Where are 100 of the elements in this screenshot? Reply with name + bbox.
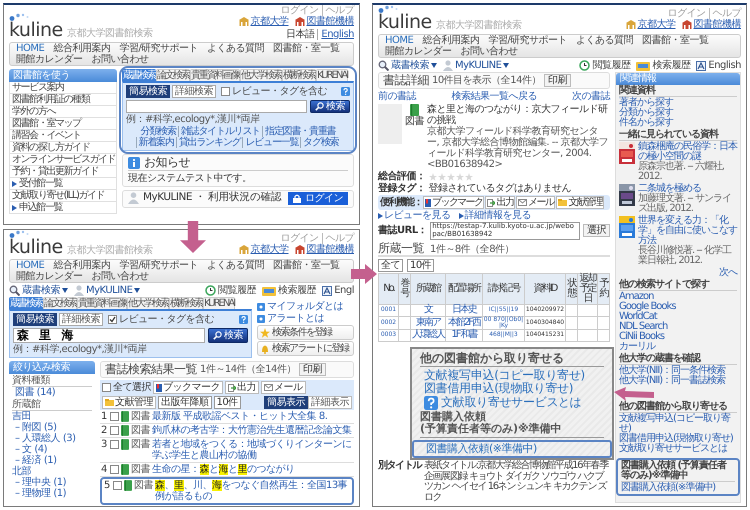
prev-link[interactable]: 前の書誌 [378, 91, 416, 102]
help-link[interactable]: アラートとは [257, 313, 354, 324]
search-link[interactable]: 貸出ランキング [176, 137, 242, 148]
toolbar-link[interactable]: Engl [322, 285, 354, 296]
checkbox[interactable] [110, 440, 119, 450]
result-row[interactable]: 5 図書 森、里、川、海をつなぐ自然再生：全国13事例が語るもの [100, 477, 354, 506]
page-size-select[interactable]: 10件 [214, 396, 241, 410]
nav-item[interactable]: お問い合わせ [460, 46, 518, 57]
nav-item[interactable]: よくある質問 [576, 35, 634, 46]
next-link[interactable]: 次の書誌 [572, 91, 610, 102]
checkbox[interactable] [102, 383, 111, 392]
related-link[interactable]: WorldCat [619, 312, 737, 322]
toolbar-link[interactable]: 閲覧履歴 [579, 60, 630, 71]
sidebar-item[interactable]: 予約・貸出更新ガイド [9, 166, 117, 178]
filter-select[interactable]: 10件 [407, 258, 434, 272]
nav-item[interactable]: 開館カレンダー [385, 46, 452, 57]
header-link[interactable]: 京都大学 [626, 19, 676, 30]
result-title[interactable]: 若者と地域をつくる：地域づくりインターンに学ぶ学生と農山村の協働 [152, 439, 353, 462]
checkbox[interactable] [110, 465, 119, 474]
result-row[interactable]: 3 図書 若者と地域をつくる：地域づくりインターンに学ぶ学生と農山村の協働 [100, 438, 354, 464]
related-link[interactable]: 図書購入依頼(※準備中) [621, 483, 735, 493]
toolbar-menu[interactable]: 蔵書検索 [9, 285, 68, 296]
action-button[interactable]: 出力 [225, 381, 259, 394]
register-button[interactable]: 検索条件を登録 [257, 325, 354, 340]
sidebar-item[interactable]: 文献取り寄せ(ILL)ガイド [9, 190, 117, 202]
filter-item[interactable]: – 理物理 (1) [9, 488, 95, 499]
select-button[interactable]: 選択 [583, 224, 610, 238]
search-tab[interactable]: KURENAI [316, 69, 348, 81]
search-field[interactable] [126, 100, 307, 113]
header-link[interactable]: 京都大学 [238, 244, 288, 255]
toolbar-link[interactable]: 検索履歴 [636, 60, 690, 71]
nav-item[interactable]: 学習/研究サポート [119, 43, 198, 54]
callout-link[interactable]: 文献取り寄せサービスとは [420, 396, 604, 410]
callout-link[interactable]: 図書借用申込(現物取り寄せ) [420, 382, 604, 396]
sort-select[interactable]: 出版年降順 [158, 396, 212, 410]
sidebar-item[interactable]: 資料の探し方ガイド [9, 142, 117, 154]
related-link[interactable]: 他大学(NII)：同一書誌検索 [619, 376, 737, 386]
sidebar-item[interactable]: 図書館利用証の種類 [9, 94, 117, 106]
search-link[interactable]: 新着案内 [136, 137, 176, 148]
star-rating[interactable] [428, 172, 472, 181]
logo-text[interactable]: kuline [9, 21, 63, 40]
search-tab[interactable]: 横断検索 [282, 69, 316, 81]
nav-item[interactable]: 開館カレンダー [16, 54, 82, 65]
nav-item[interactable]: HOME [385, 35, 414, 46]
help-icon[interactable] [239, 315, 248, 324]
result-title[interactable]: 最新版 平成歌謡ベスト・ヒット大全集 8. [152, 411, 353, 422]
language-link[interactable]: English [317, 29, 354, 40]
filter-item[interactable]: 吉田 [9, 411, 95, 422]
filter-item[interactable]: 北部 [9, 466, 95, 477]
help-icon[interactable] [341, 87, 350, 96]
toolbar-menu[interactable]: 蔵書検索 [378, 60, 437, 71]
checkbox[interactable] [113, 481, 122, 490]
nav-item[interactable]: 図書館・室一覧 [642, 35, 709, 46]
nav-item[interactable]: お問い合わせ [92, 271, 148, 282]
header-link[interactable]: 図書館機構 [682, 19, 741, 30]
result-title[interactable]: 鉤爪林の考古学：大竹憲治先生還暦記念論文集 [152, 425, 353, 436]
filter-item[interactable]: 図書 (14) [9, 387, 95, 398]
nav-item[interactable]: 総合利用案内 [53, 43, 110, 54]
search-tab[interactable]: 貴重資料画像 [190, 69, 240, 81]
action-button[interactable]: ブックマーク [423, 196, 484, 210]
detail-link[interactable]: 詳細情報を見る [458, 210, 531, 222]
search-mode-tab[interactable]: 詳細検索 [59, 313, 103, 326]
nav-item[interactable]: 総合利用案内 [53, 260, 110, 271]
sidebar-item[interactable]: オンラインサービスガイド [9, 154, 117, 166]
view-toggle[interactable]: 簡易表示 [264, 396, 308, 410]
nav-item[interactable]: HOME [16, 260, 44, 271]
related-link[interactable]: 件名から探す [619, 118, 737, 128]
filter-item[interactable]: – 経済 (1) [9, 455, 95, 466]
action-button[interactable]: メール [261, 381, 306, 394]
language-link[interactable]: 日本語 [286, 29, 314, 40]
filter-item[interactable]: – 附図 (5) [9, 422, 95, 433]
toolbar-menu[interactable]: MyKULINE [443, 60, 510, 71]
related-link[interactable]: 著者から探す [619, 98, 737, 108]
related-link[interactable]: 図書借用申込(現物取り寄せ) [619, 434, 737, 444]
checkbox[interactable] [110, 426, 119, 436]
search-mode-tab[interactable]: 簡易検索 [126, 85, 170, 98]
related-link[interactable]: 文献複写申込(コピー取り寄せ) [619, 414, 737, 434]
related-link[interactable]: 文献取り寄せサービスとは [619, 444, 737, 454]
print-button[interactable]: 印刷 [544, 74, 571, 88]
related-link[interactable]: 分類から探す [619, 108, 737, 118]
search-field[interactable]: 森 里 海 [13, 328, 205, 343]
toolbar-link[interactable]: 検索履歴 [262, 285, 316, 296]
related-link[interactable]: Google Books [619, 302, 737, 312]
print-button[interactable]: 印刷 [298, 363, 326, 376]
result-row[interactable]: 2 図書 鉤爪林の考古学：大竹憲治先生還暦記念論文集 [100, 424, 354, 438]
related-link[interactable]: CiNii Books [619, 332, 737, 342]
login-button[interactable]: ログイン [288, 192, 348, 206]
help-link[interactable]: マイフォルダとは [257, 301, 354, 312]
search-link[interactable]: レビュー一覧 [242, 137, 300, 148]
nav-item[interactable]: よくある質問 [207, 43, 264, 54]
action-button[interactable]: 文献管理 [556, 196, 604, 210]
action-button[interactable]: 文献管理 [102, 396, 156, 410]
header-link[interactable]: 京都大学 [238, 16, 288, 27]
sidebar-item[interactable]: 学外の方へ [9, 106, 117, 118]
search-tab[interactable]: 蔵書検索 [122, 69, 156, 81]
toolbar-menu[interactable]: MyKULINE [74, 285, 140, 296]
toolbar-link[interactable]: 閲覧履歴 [205, 285, 256, 296]
toolbar-link[interactable]: English [696, 60, 741, 71]
nav-item[interactable]: HOME [16, 43, 44, 54]
related-book-title[interactable]: 鎮森梱庵の民俗学：日本の極小空間の謎 [638, 142, 737, 162]
